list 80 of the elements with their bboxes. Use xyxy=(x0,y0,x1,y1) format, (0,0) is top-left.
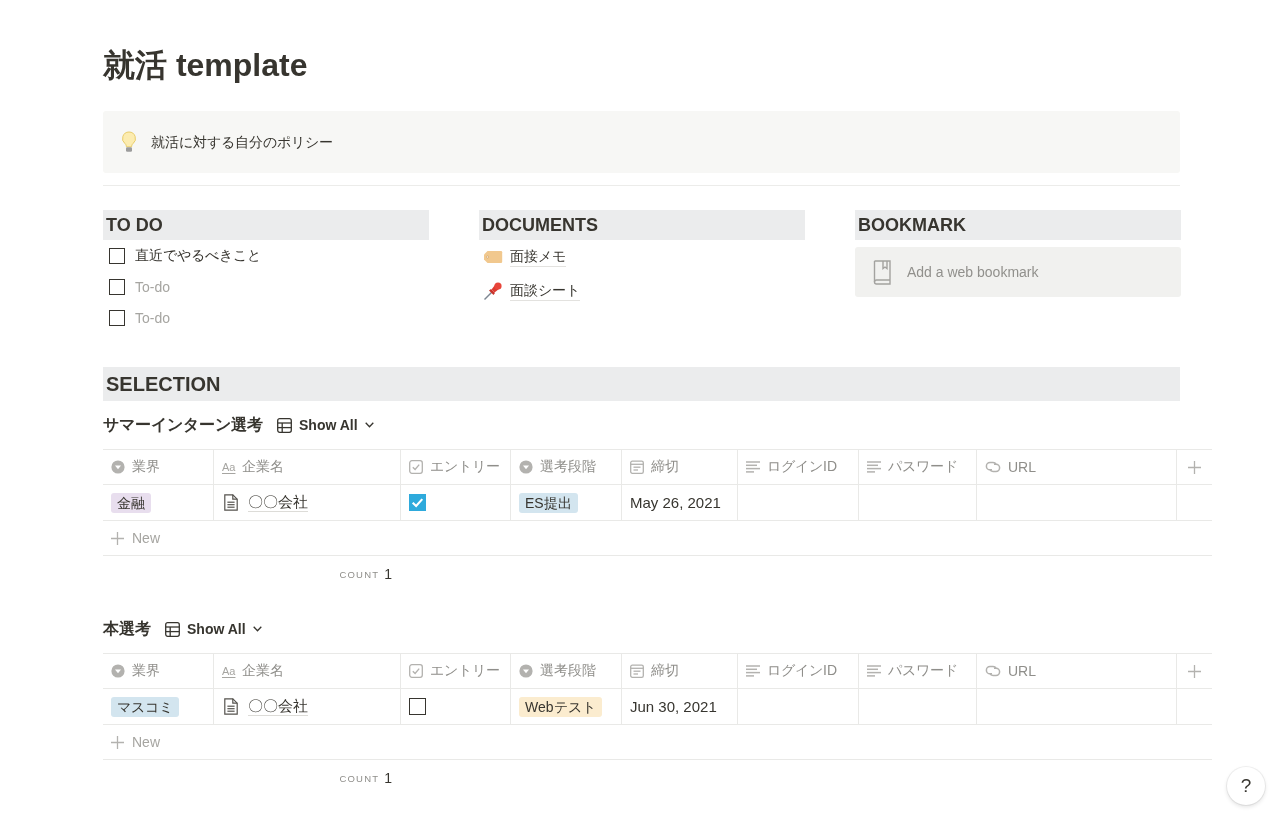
checkbox-icon xyxy=(409,664,423,678)
column-header[interactable]: ログインID xyxy=(738,654,859,688)
page-title: 就活 template xyxy=(103,46,309,85)
column-header[interactable]: パスワード xyxy=(859,654,977,688)
category-tag: Webテスト xyxy=(519,696,602,717)
callout-text: 就活に対する自分のポリシー xyxy=(151,133,333,152)
add-bookmark-button[interactable]: Add a web bookmark xyxy=(855,247,1181,297)
database-title: 本選考 xyxy=(103,618,151,639)
link-icon xyxy=(985,665,1001,677)
page-link[interactable]: 面接メモ xyxy=(479,240,566,274)
todo-placeholder[interactable]: To-do xyxy=(135,278,171,295)
link-icon xyxy=(985,461,1001,473)
category-tag: 金融 xyxy=(111,492,151,513)
todo-text[interactable]: 直近でやるべきこと xyxy=(135,246,261,265)
table-cell: Jun 30, 2021 xyxy=(622,689,738,724)
table-icon xyxy=(165,621,180,637)
checkbox[interactable] xyxy=(109,278,125,295)
dropdown-icon xyxy=(519,460,533,474)
plus-icon xyxy=(111,735,124,749)
section-heading: TO DO xyxy=(103,210,429,240)
table-cell: May 26, 2021 xyxy=(622,485,738,520)
book-icon xyxy=(871,259,893,285)
document-icon xyxy=(224,698,238,715)
category-tag: ES提出 xyxy=(519,492,578,513)
checkbox[interactable] xyxy=(409,698,426,715)
tag-icon xyxy=(483,250,503,264)
table-icon xyxy=(277,417,292,433)
column-header[interactable]: 締切 xyxy=(622,450,738,484)
column-header[interactable]: エントリー xyxy=(401,450,511,484)
plus-icon xyxy=(1188,664,1201,678)
checkbox[interactable] xyxy=(109,309,125,326)
lightbulb-icon xyxy=(121,131,137,153)
pushpin-icon xyxy=(483,281,503,301)
column-header[interactable]: パスワード xyxy=(859,450,977,484)
checkbox[interactable] xyxy=(409,494,426,511)
calendar-icon xyxy=(630,664,644,678)
column-header[interactable]: エントリー xyxy=(401,654,511,688)
help-button[interactable]: ? xyxy=(1227,767,1265,805)
plus-icon xyxy=(111,531,124,545)
count-label: COUNT xyxy=(339,568,380,580)
column-header[interactable]: 締切 xyxy=(622,654,738,688)
count-label: COUNT xyxy=(339,772,380,784)
text-lines-icon xyxy=(746,665,760,677)
database-title: サマーインターン選考 xyxy=(103,414,263,435)
count-value: 1 xyxy=(384,770,392,786)
category-tag: マスコミ xyxy=(111,696,179,717)
page-link[interactable]: 〇〇会社 xyxy=(222,493,308,512)
chevron-down-icon xyxy=(252,626,262,632)
column-header[interactable]: 業界 xyxy=(103,450,214,484)
view-button[interactable]: Show All xyxy=(165,621,262,637)
checkbox[interactable] xyxy=(109,247,125,264)
dropdown-icon xyxy=(111,460,125,474)
column-header[interactable]: 選考段階 xyxy=(511,654,622,688)
plus-icon xyxy=(1188,460,1201,474)
dropdown-icon xyxy=(111,664,125,678)
section-heading: DOCUMENTS xyxy=(479,210,805,240)
new-row-button[interactable]: New xyxy=(111,725,160,759)
column-header[interactable]: ログインID xyxy=(738,450,859,484)
text-lines-icon xyxy=(867,461,881,473)
page-link[interactable]: 〇〇会社 xyxy=(222,697,308,716)
column-header[interactable]: 業界 xyxy=(103,654,214,688)
calendar-icon xyxy=(630,460,644,474)
section-heading: BOOKMARK xyxy=(855,210,1181,240)
column-header[interactable]: Aa 企業名 xyxy=(214,450,401,484)
page-link[interactable]: 面談シート xyxy=(479,274,580,308)
text-lines-icon xyxy=(867,665,881,677)
column-header[interactable]: URL xyxy=(977,654,1177,688)
view-button[interactable]: Show All xyxy=(277,417,374,433)
text-lines-icon xyxy=(746,461,760,473)
todo-placeholder[interactable]: To-do xyxy=(135,309,171,326)
section-heading: SELECTION xyxy=(103,367,1180,401)
dropdown-icon xyxy=(519,664,533,678)
column-header[interactable]: URL xyxy=(977,450,1177,484)
column-header[interactable]: 選考段階 xyxy=(511,450,622,484)
document-icon xyxy=(224,494,238,511)
new-row-button[interactable]: New xyxy=(111,521,160,555)
column-header[interactable]: Aa 企業名 xyxy=(214,654,401,688)
checkbox-icon xyxy=(409,460,423,474)
chevron-down-icon xyxy=(364,422,374,428)
count-value: 1 xyxy=(384,566,392,582)
